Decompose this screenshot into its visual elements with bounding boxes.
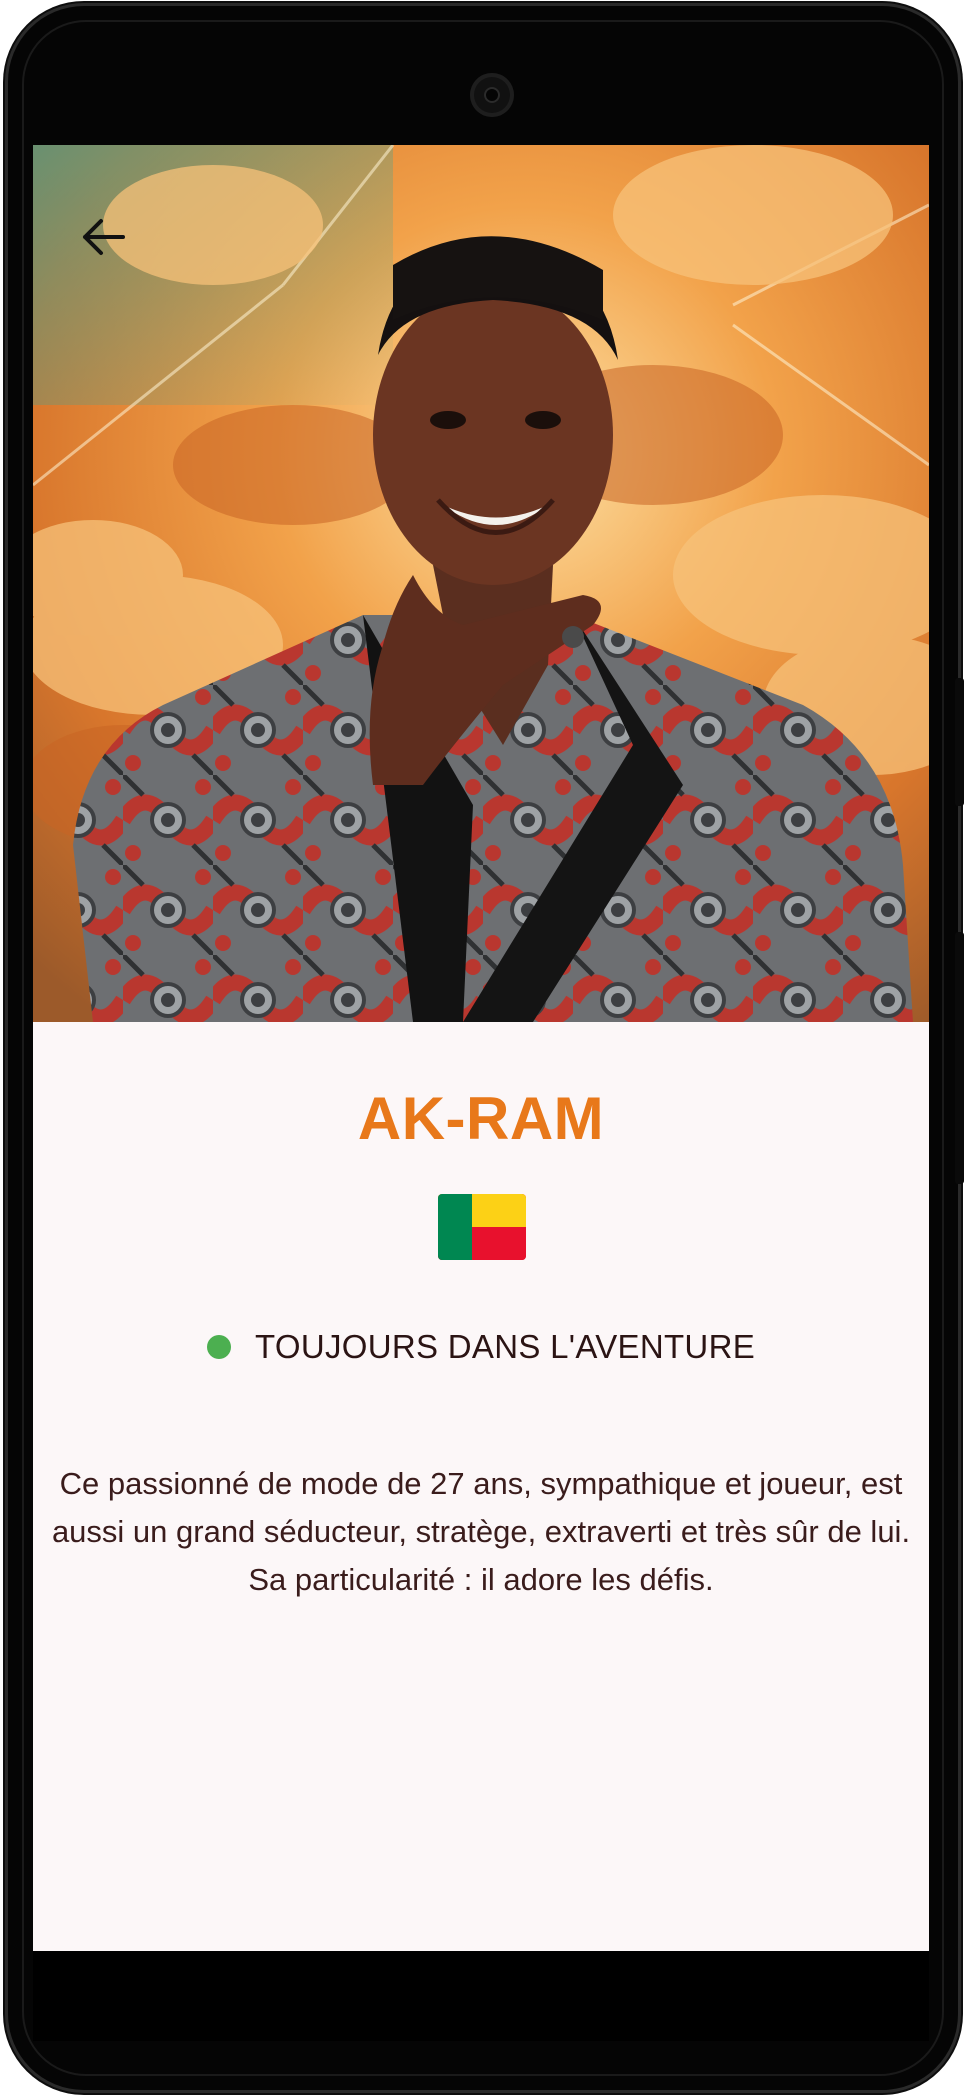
arrow-left-icon (83, 219, 125, 255)
benin-flag-icon (438, 1194, 526, 1260)
status-row: TOUJOURS DANS L'AVENTURE (33, 1328, 929, 1366)
profile-details: AK-RAM TOUJOURS DANS L'AVENTURE Ce passi… (33, 1022, 929, 1951)
contestant-name: AK-RAM (357, 1085, 605, 1152)
hero-image (33, 145, 929, 1022)
system-navigation-bar (33, 1951, 929, 2041)
front-camera (470, 73, 514, 117)
back-button[interactable] (73, 207, 133, 267)
bio-text: Ce passionné de mode de 27 ans, sympathi… (51, 1466, 911, 1597)
volume-button (955, 678, 964, 806)
status-dot-icon (206, 1335, 231, 1359)
app-screen: AK-RAM TOUJOURS DANS L'AVENTURE Ce passi… (33, 145, 929, 1951)
status-text: TOUJOURS DANS L'AVENTURE (254, 1328, 756, 1365)
power-button (955, 932, 964, 1184)
